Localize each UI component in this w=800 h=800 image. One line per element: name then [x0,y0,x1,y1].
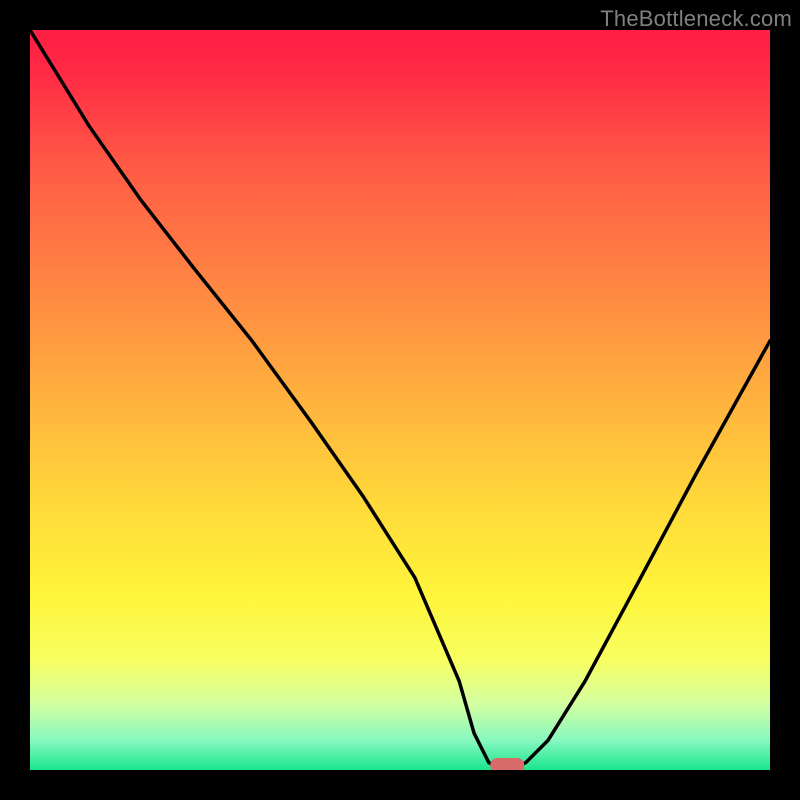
chart-frame: TheBottleneck.com [0,0,800,800]
bottleneck-curve [30,30,770,770]
minimum-marker [490,758,524,770]
watermark-text: TheBottleneck.com [600,6,792,32]
plot-area [30,30,770,770]
bottleneck-curve-svg [30,30,770,770]
